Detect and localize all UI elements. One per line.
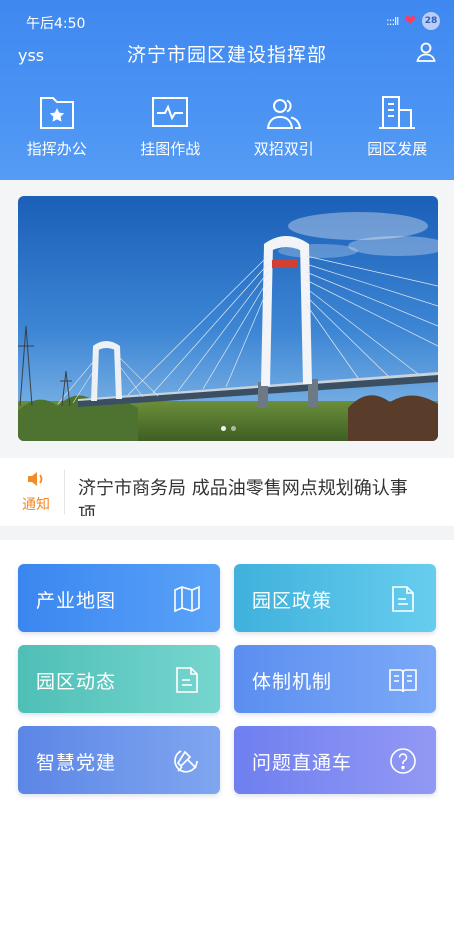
tile-label: 园区动态	[36, 671, 117, 693]
banner-carousel[interactable]	[18, 196, 438, 441]
map-icon	[174, 585, 200, 613]
tile-institutional-mechanism[interactable]: 体制机制	[234, 645, 436, 713]
notice-label: 通知	[22, 497, 50, 513]
buildings-icon	[379, 96, 416, 129]
quick-nav: 指挥办公 挂图作战 双招双引 园区发展	[0, 94, 454, 166]
battery-icon: 28	[422, 12, 440, 30]
app-screen: 午后4:50 :::ll ❤ 28 yss 济宁市园区建设指挥部 指挥办公 挂图…	[0, 0, 454, 947]
quick-nav-investment[interactable]: 双招双引	[227, 94, 341, 166]
tile-label: 问题直通车	[252, 752, 353, 774]
tile-label: 园区政策	[252, 590, 333, 612]
notice-divider	[64, 470, 65, 514]
book-icon	[389, 669, 417, 693]
carousel-dot[interactable]	[230, 426, 236, 431]
document-icon	[176, 667, 198, 693]
question-icon	[390, 748, 416, 774]
bridge-photo	[18, 196, 438, 441]
tile-problem-direct-train[interactable]: 问题直通车	[234, 726, 436, 794]
document-icon	[392, 586, 414, 612]
quick-nav-command-office[interactable]: 指挥办公	[0, 94, 114, 166]
title-row: yss 济宁市园区建设指挥部	[0, 40, 454, 70]
tile-park-news[interactable]: 园区动态	[18, 645, 220, 713]
quick-nav-label: 指挥办公	[26, 140, 87, 158]
notice-badge: 通知	[14, 470, 58, 514]
section-divider	[0, 526, 454, 540]
tile-park-policy[interactable]: 园区政策	[234, 564, 436, 632]
carousel-dot[interactable]	[220, 426, 226, 431]
tile-smart-party-building[interactable]: 智慧党建	[18, 726, 220, 794]
app-header: 午后4:50 :::ll ❤ 28 yss 济宁市园区建设指挥部 指挥办公 挂图…	[0, 0, 454, 180]
carousel-indicators	[18, 426, 438, 431]
status-time: 午后4:50	[26, 16, 86, 32]
status-indicators: :::ll ❤ 28	[386, 12, 440, 30]
pulse-chart-icon	[152, 97, 189, 127]
party-emblem-icon	[174, 750, 198, 773]
people-icon	[266, 99, 301, 129]
feature-grid: 产业地图 园区政策 园区动态 体制机制 智慧党建 问题直通车	[0, 540, 454, 947]
tile-label: 产业地图	[36, 590, 117, 612]
notice-text[interactable]: 济宁市商务局 成品油零售网点规划确认事项	[78, 476, 418, 516]
folder-star-icon	[39, 97, 74, 129]
tile-industry-map[interactable]: 产业地图	[18, 564, 220, 632]
heart-icon: ❤	[404, 13, 416, 29]
banner-section	[0, 180, 454, 458]
quick-nav-label: 园区发展	[367, 140, 428, 158]
tile-label: 体制机制	[252, 671, 333, 693]
notice-bar[interactable]: 通知 济宁市商务局 成品油零售网点规划确认事项	[0, 458, 454, 526]
status-bar: 午后4:50 :::ll ❤ 28	[0, 0, 454, 40]
page-title: 济宁市园区建设指挥部	[126, 44, 327, 66]
quick-nav-map-battle[interactable]: 挂图作战	[114, 94, 228, 166]
quick-nav-label: 双招双引	[253, 140, 314, 158]
tile-label: 智慧党建	[36, 752, 117, 774]
quick-nav-label: 挂图作战	[140, 140, 201, 158]
signal-icon: :::ll	[386, 14, 399, 28]
speaker-icon	[28, 472, 43, 486]
quick-nav-park-development[interactable]: 园区发展	[341, 94, 454, 166]
user-profile-icon[interactable]	[414, 40, 438, 64]
